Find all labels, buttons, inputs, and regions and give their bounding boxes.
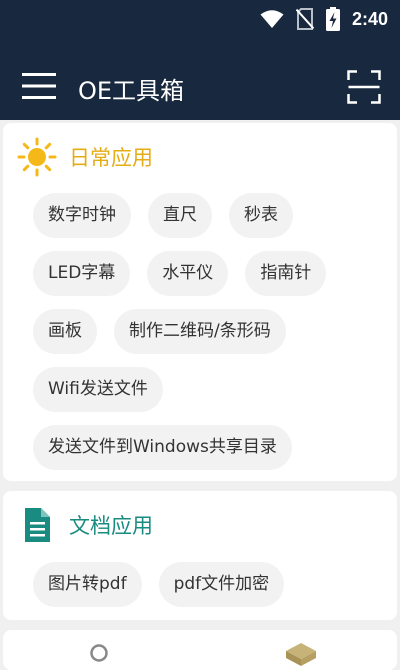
drawing-board-button[interactable]: 画板 (33, 309, 97, 354)
app-title: OE工具箱 (78, 77, 185, 105)
bottom-nav-card (3, 630, 397, 670)
qr-barcode-maker-button[interactable]: 制作二维码/条形码 (114, 309, 286, 354)
daily-apps-title: 日常应用 (69, 146, 153, 170)
app-bar: OE工具箱 (0, 38, 400, 120)
daily-apps-card: 日常应用 数字时钟 直尺 秒表 LED字幕 水平仪 指南针 画板 制作二维码/条… (3, 123, 397, 481)
document-apps-header: 文档应用 (17, 505, 153, 545)
digital-clock-button[interactable]: 数字时钟 (33, 193, 131, 238)
menu-icon[interactable] (22, 73, 56, 99)
pdf-encrypt-button[interactable]: pdf文件加密 (158, 562, 285, 607)
document-apps-card: 文档应用 图片转pdf pdf文件加密 (3, 491, 397, 620)
stopwatch-button[interactable]: 秒表 (229, 193, 293, 238)
document-apps-title: 文档应用 (69, 514, 153, 538)
chip-row: 图片转pdf pdf文件加密 (33, 562, 387, 607)
battery-charging-icon (325, 7, 340, 31)
daily-apps-header: 日常应用 (17, 137, 153, 177)
scan-icon[interactable] (347, 70, 381, 104)
led-banner-button[interactable]: LED字幕 (33, 251, 131, 296)
chip-row: LED字幕 水平仪 指南针 (33, 251, 387, 296)
chip-row: Wifi发送文件 (33, 367, 387, 412)
wifi-send-file-button[interactable]: Wifi发送文件 (33, 367, 163, 412)
no-sim-icon (295, 8, 314, 30)
document-icon (25, 508, 50, 542)
search-icon[interactable] (89, 643, 111, 665)
chip-row: 发送文件到Windows共享目录 (33, 425, 387, 470)
document-apps-list: 图片转pdf pdf文件加密 (33, 562, 387, 620)
send-to-windows-share-button[interactable]: 发送文件到Windows共享目录 (33, 425, 292, 470)
chip-row: 画板 制作二维码/条形码 (33, 309, 387, 354)
image-to-pdf-button[interactable]: 图片转pdf (33, 562, 142, 607)
status-bar: 2:40 (0, 0, 400, 38)
sun-icon (17, 137, 57, 177)
daily-apps-list: 数字时钟 直尺 秒表 LED字幕 水平仪 指南针 画板 制作二维码/条形码 Wi… (33, 193, 387, 483)
chip-row: 数字时钟 直尺 秒表 (33, 193, 387, 238)
level-button[interactable]: 水平仪 (147, 251, 229, 296)
ruler-button[interactable]: 直尺 (148, 193, 212, 238)
compass-button[interactable]: 指南针 (245, 251, 327, 296)
box-icon[interactable] (285, 642, 317, 666)
status-time: 2:40 (351, 8, 388, 29)
status-icons: 2:40 (260, 6, 388, 32)
wifi-icon (260, 10, 284, 28)
